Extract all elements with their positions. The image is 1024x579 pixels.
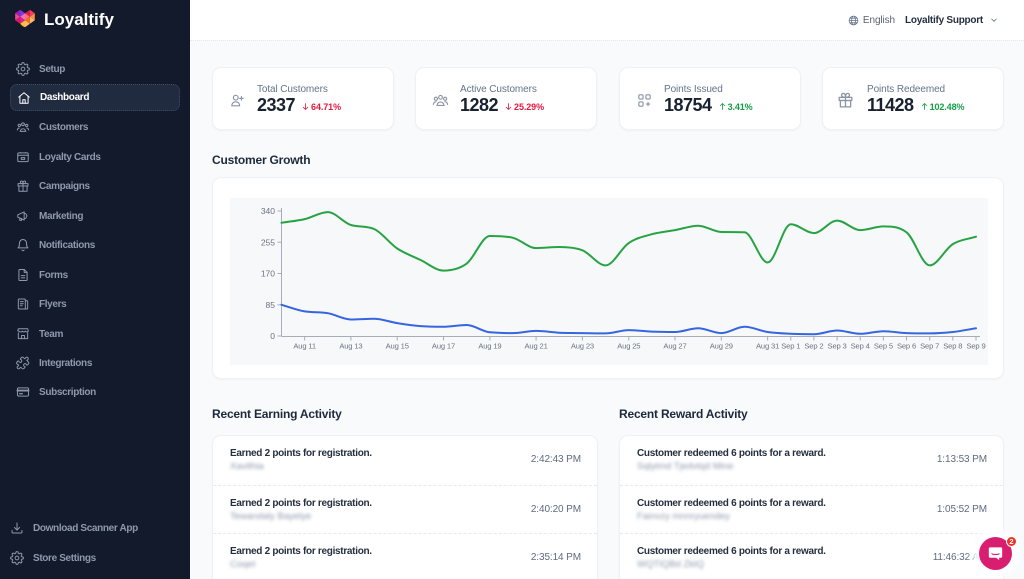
svg-text:Sep 4: Sep 4: [851, 342, 870, 351]
svg-text:Sep 7: Sep 7: [920, 342, 939, 351]
svg-text:Sep 5: Sep 5: [874, 342, 893, 351]
svg-text:Aug 13: Aug 13: [339, 342, 362, 351]
svg-text:Sep 3: Sep 3: [828, 342, 847, 351]
svg-text:Aug 27: Aug 27: [663, 342, 686, 351]
svg-text:Sep 8: Sep 8: [943, 342, 962, 351]
svg-text:Aug 31: Aug 31: [756, 342, 779, 351]
svg-text:Aug 25: Aug 25: [617, 342, 640, 351]
svg-text:Aug 17: Aug 17: [432, 342, 455, 351]
svg-text:Aug 21: Aug 21: [525, 342, 548, 351]
svg-text:255: 255: [261, 238, 275, 248]
svg-text:Sep 6: Sep 6: [897, 342, 916, 351]
svg-text:Sep 9: Sep 9: [966, 342, 985, 351]
svg-text:Aug 29: Aug 29: [710, 342, 733, 351]
svg-text:340: 340: [261, 206, 275, 216]
svg-text:0: 0: [270, 331, 275, 341]
svg-text:170: 170: [261, 269, 275, 279]
svg-text:Sep 2: Sep 2: [804, 342, 823, 351]
svg-text:85: 85: [266, 300, 276, 310]
svg-text:Aug 15: Aug 15: [386, 342, 409, 351]
svg-text:Aug 19: Aug 19: [478, 342, 501, 351]
svg-text:Aug 23: Aug 23: [571, 342, 594, 351]
svg-text:Aug 11: Aug 11: [293, 342, 316, 351]
svg-text:Sep 1: Sep 1: [781, 342, 800, 351]
